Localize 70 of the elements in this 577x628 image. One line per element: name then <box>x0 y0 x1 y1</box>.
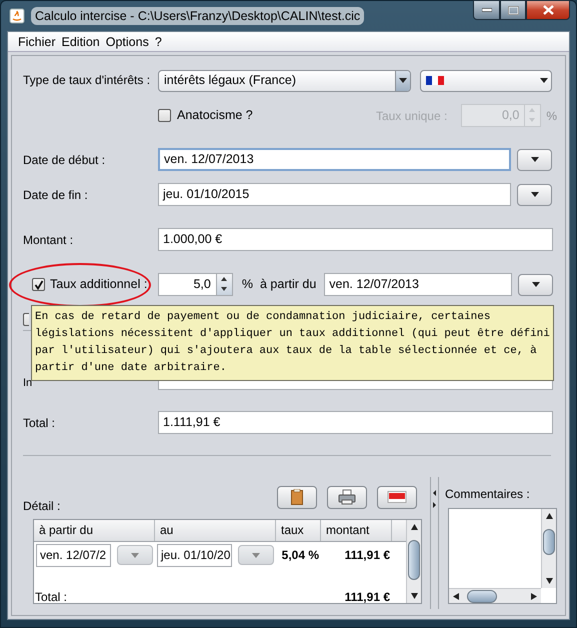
splitter-arrows-icon <box>432 489 437 509</box>
dropdown-value: intérêts légaux (France) <box>163 72 298 90</box>
date-field[interactable]: ven. 12/07/2013 <box>324 273 512 296</box>
pdf-button[interactable] <box>377 486 417 508</box>
total-field[interactable]: 1.111,91 € <box>158 411 553 434</box>
checkbox-label: Taux additionnel : <box>50 276 148 294</box>
checkbox[interactable] <box>32 278 45 291</box>
column-header[interactable]: à partir du <box>34 520 155 541</box>
column-header[interactable]: montant <box>321 520 392 541</box>
dropdown[interactable] <box>420 70 552 92</box>
date-field[interactable]: jeu. 01/10/20 <box>157 544 232 566</box>
section-label: Commentaires : <box>445 486 531 503</box>
field-label: In <box>23 376 30 392</box>
print-button[interactable] <box>327 486 367 508</box>
field-label: Date de fin : <box>23 186 89 204</box>
dropdown-button[interactable] <box>517 184 552 206</box>
dropdown[interactable]: intérêts légaux (France) <box>158 70 411 92</box>
table-cell-text: 111,91 € <box>344 592 391 603</box>
column-header[interactable]: au <box>155 520 276 541</box>
dropdown-button[interactable] <box>518 274 553 296</box>
checkbox[interactable] <box>158 109 171 122</box>
clipboard-button[interactable] <box>277 486 317 508</box>
close-button[interactable] <box>526 0 570 20</box>
menu-item[interactable]: ? <box>154 32 162 52</box>
caret-icon <box>252 552 260 558</box>
unit-label: % <box>242 276 253 294</box>
minimize-icon <box>482 8 492 12</box>
caret-icon <box>131 552 139 558</box>
column-header[interactable]: taux <box>276 520 321 541</box>
date-field[interactable]: ven. 12/07/2 <box>36 544 111 566</box>
close-icon <box>542 5 554 15</box>
table-cell-text: Total : <box>34 592 68 603</box>
comments-field[interactable] <box>448 508 557 604</box>
field-label: Date de début : <box>23 152 106 168</box>
minimize-button[interactable] <box>473 0 500 20</box>
scrollbar[interactable] <box>541 509 556 588</box>
field-label: Total : <box>23 414 56 432</box>
table-cell-text: 111,91 € <box>344 547 391 564</box>
amount-field[interactable]: 1.000,00 € <box>158 228 553 251</box>
field-label: Type de taux d'intérêts : <box>23 72 152 89</box>
flag-icon <box>426 76 444 85</box>
printer-icon <box>338 489 356 505</box>
field-label: Montant : <box>23 232 74 248</box>
spinner-field: 0,0 <box>461 104 542 127</box>
menu-item[interactable]: Options <box>106 32 149 52</box>
menu-item[interactable]: Edition <box>62 32 100 52</box>
spinner-field[interactable]: 5,0 <box>158 273 233 296</box>
checkbox[interactable] <box>23 312 29 326</box>
tooltip: En cas de retard de payement ou de condamnation judiciaire, certaines législations nécessitent d'appliquer un taux additionnel (qui peut être défini par l'utilisateur) qui s'ajoutera aux taux de la table sélectionnée et ce, à partir d'une date arbitraire. <box>31 305 554 381</box>
caret-icon <box>532 282 540 287</box>
table-cell-text: 5,04 % <box>280 547 320 564</box>
window-title: Calculo intercise - C:\Users\Franzy\Desktop\CALIN\test.cic <box>31 6 364 26</box>
unit-label: % <box>546 108 557 124</box>
caret-icon <box>540 78 548 83</box>
date-field[interactable]: jeu. 01/10/2015 <box>158 183 511 206</box>
section-label: Détail : <box>23 498 60 515</box>
check-icon <box>34 280 44 290</box>
dropdown-button[interactable] <box>517 148 552 170</box>
scrollbar[interactable] <box>449 588 541 603</box>
maximize-icon <box>508 6 518 14</box>
scrollbar[interactable] <box>406 520 421 603</box>
caret-icon <box>399 78 407 83</box>
caret-icon <box>530 157 538 162</box>
date-field[interactable]: ven. 12/07/2013 <box>158 148 511 171</box>
caret-icon <box>530 192 538 197</box>
menu-item[interactable]: Fichier <box>18 32 56 52</box>
maximize-button[interactable] <box>500 0 526 20</box>
checkbox-label: Anatocisme ? <box>177 107 253 124</box>
field-label: à partir du <box>260 276 316 294</box>
clipboard-icon <box>291 489 303 505</box>
